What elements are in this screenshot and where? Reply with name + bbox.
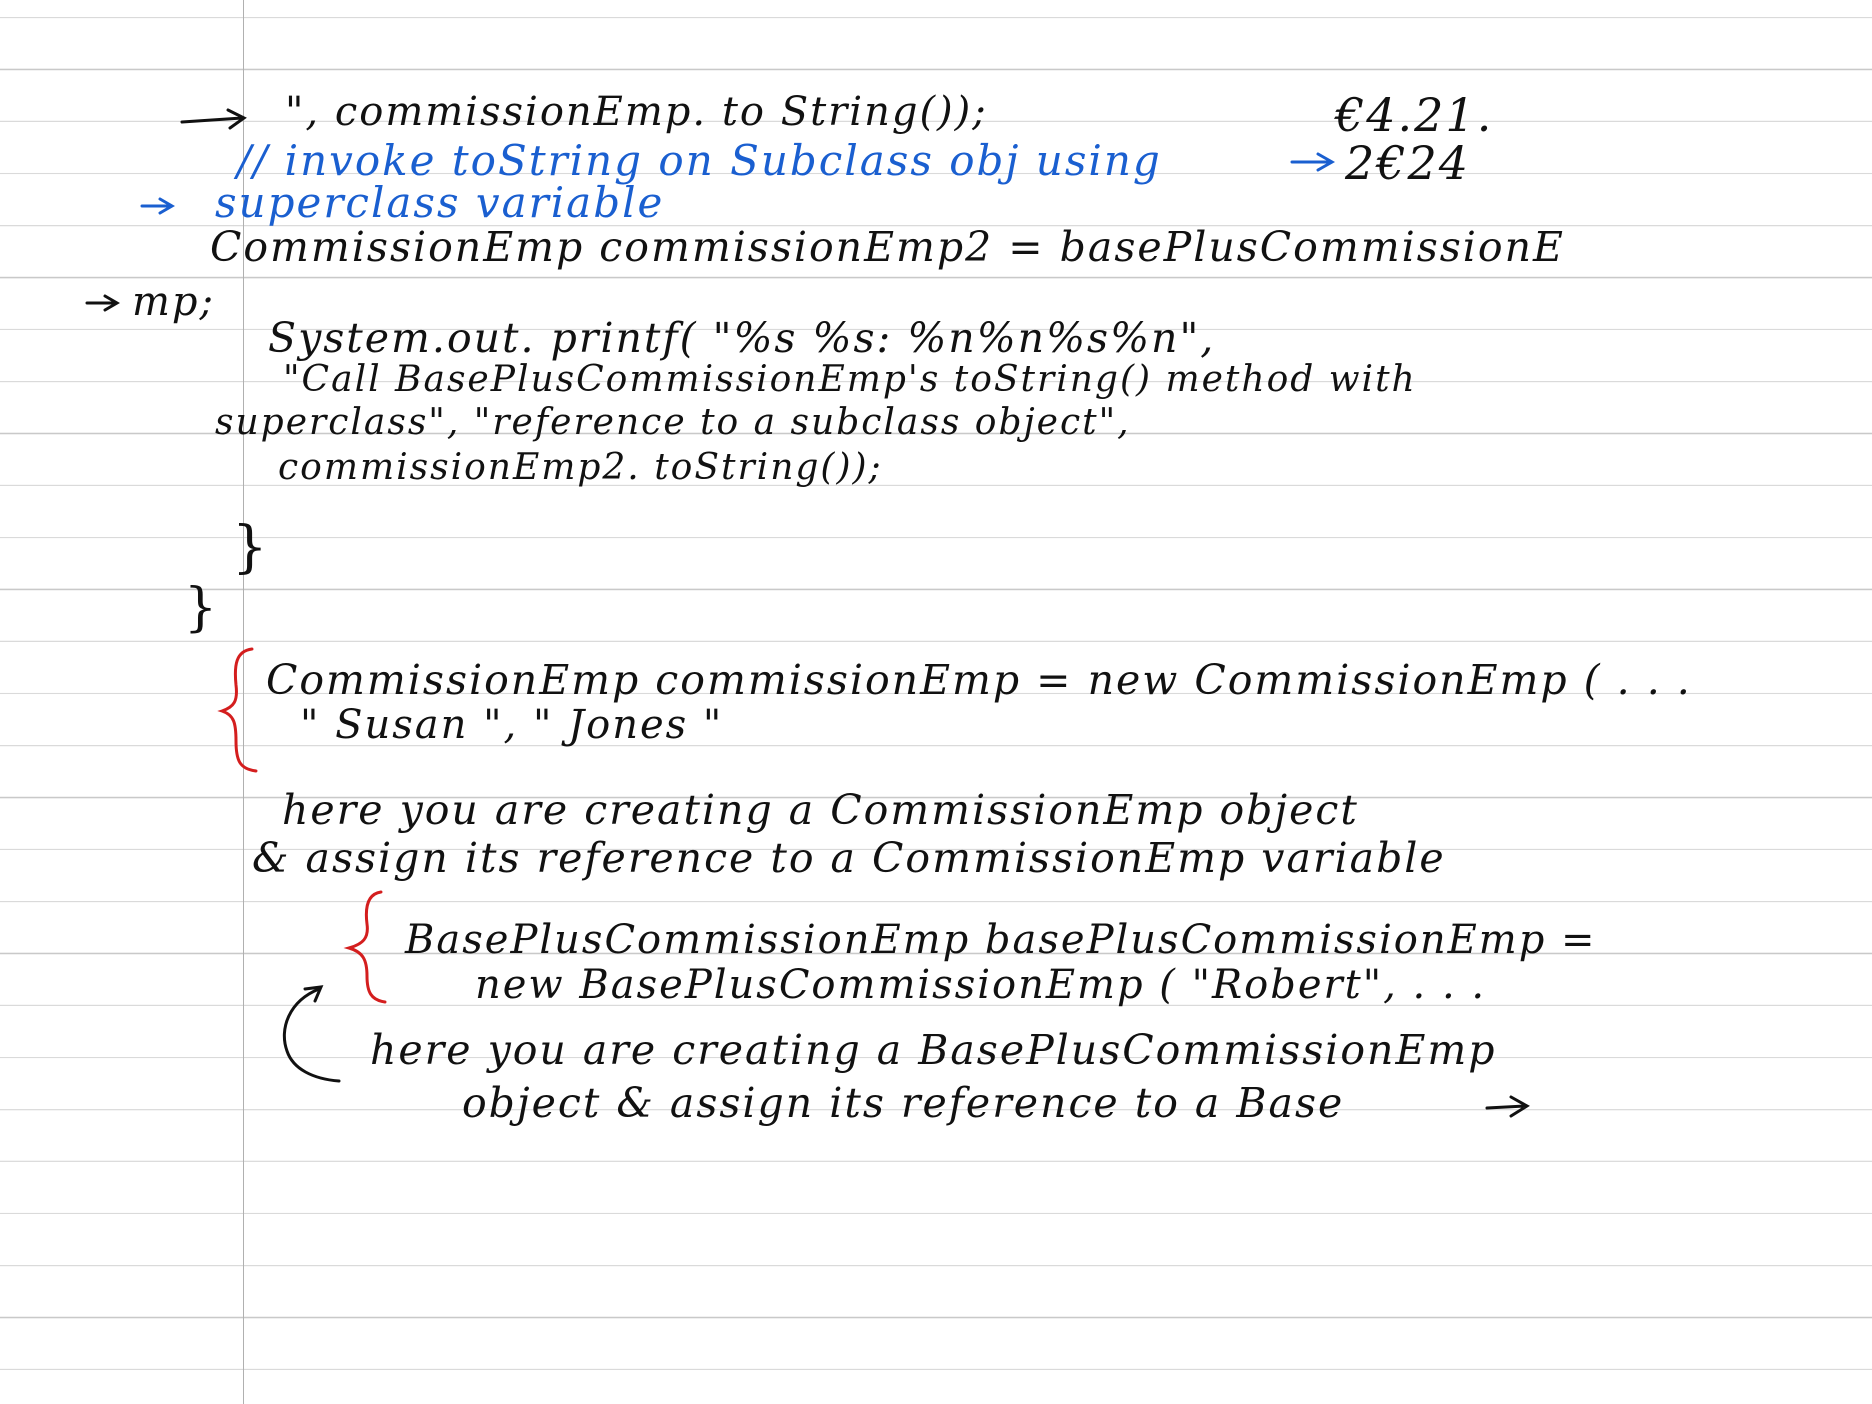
curved-arrow-icon bbox=[282, 985, 341, 1083]
page-number: 2€24 bbox=[1345, 136, 1471, 190]
note-line-12: CommissionEmp commissionEmp = new Commis… bbox=[266, 656, 1692, 704]
note-line-1: ", commissionEmp. to String()); bbox=[285, 89, 988, 135]
note-line-9: commissionEmp2. toString()); bbox=[278, 447, 883, 488]
note-line-16: BasePlusCommissionEmp basePlusCommission… bbox=[405, 917, 1597, 963]
note-line-19: object & assign its reference to a Base bbox=[462, 1079, 1345, 1127]
blue-arrow-icon bbox=[1290, 152, 1336, 172]
note-line-2-comment: // invoke toString on Subclass obj using bbox=[237, 136, 1162, 185]
note-line-18: here you are creating a BasePlusCommissi… bbox=[370, 1026, 1497, 1074]
note-line-5: mp; bbox=[132, 279, 216, 325]
closing-brace-outer: } bbox=[184, 578, 218, 638]
page-date-top: €4.21. bbox=[1335, 88, 1494, 142]
note-line-7: "Call BasePlusCommissionEmp's toString()… bbox=[283, 359, 1417, 400]
note-line-17: new BasePlusCommissionEmp ( "Robert", . … bbox=[475, 962, 1487, 1008]
note-line-6: System.out. printf( "%s %s: %n%n%s%n", bbox=[268, 314, 1216, 362]
note-line-14: here you are creating a CommissionEmp ob… bbox=[282, 786, 1359, 834]
closing-brace-inner: } bbox=[232, 515, 268, 580]
note-line-8: superclass", "reference to a subclass ob… bbox=[215, 402, 1131, 443]
note-line-3-comment: superclass variable bbox=[215, 178, 665, 227]
continuation-arrow-icon bbox=[85, 294, 120, 312]
continuation-arrow-icon bbox=[1485, 1095, 1530, 1118]
continuation-arrow-icon bbox=[180, 108, 247, 130]
red-bracket-icon bbox=[217, 647, 258, 773]
blue-arrow-icon bbox=[140, 197, 175, 215]
note-line-13: " Susan ", " Jones " bbox=[300, 702, 724, 748]
note-line-15: & assign its reference to a CommissionEm… bbox=[252, 834, 1446, 882]
note-line-4: CommissionEmp commissionEmp2 = basePlusC… bbox=[210, 223, 1565, 271]
ruled-notebook-page: ", commissionEmp. to String()); €4.21. /… bbox=[0, 0, 1872, 1404]
